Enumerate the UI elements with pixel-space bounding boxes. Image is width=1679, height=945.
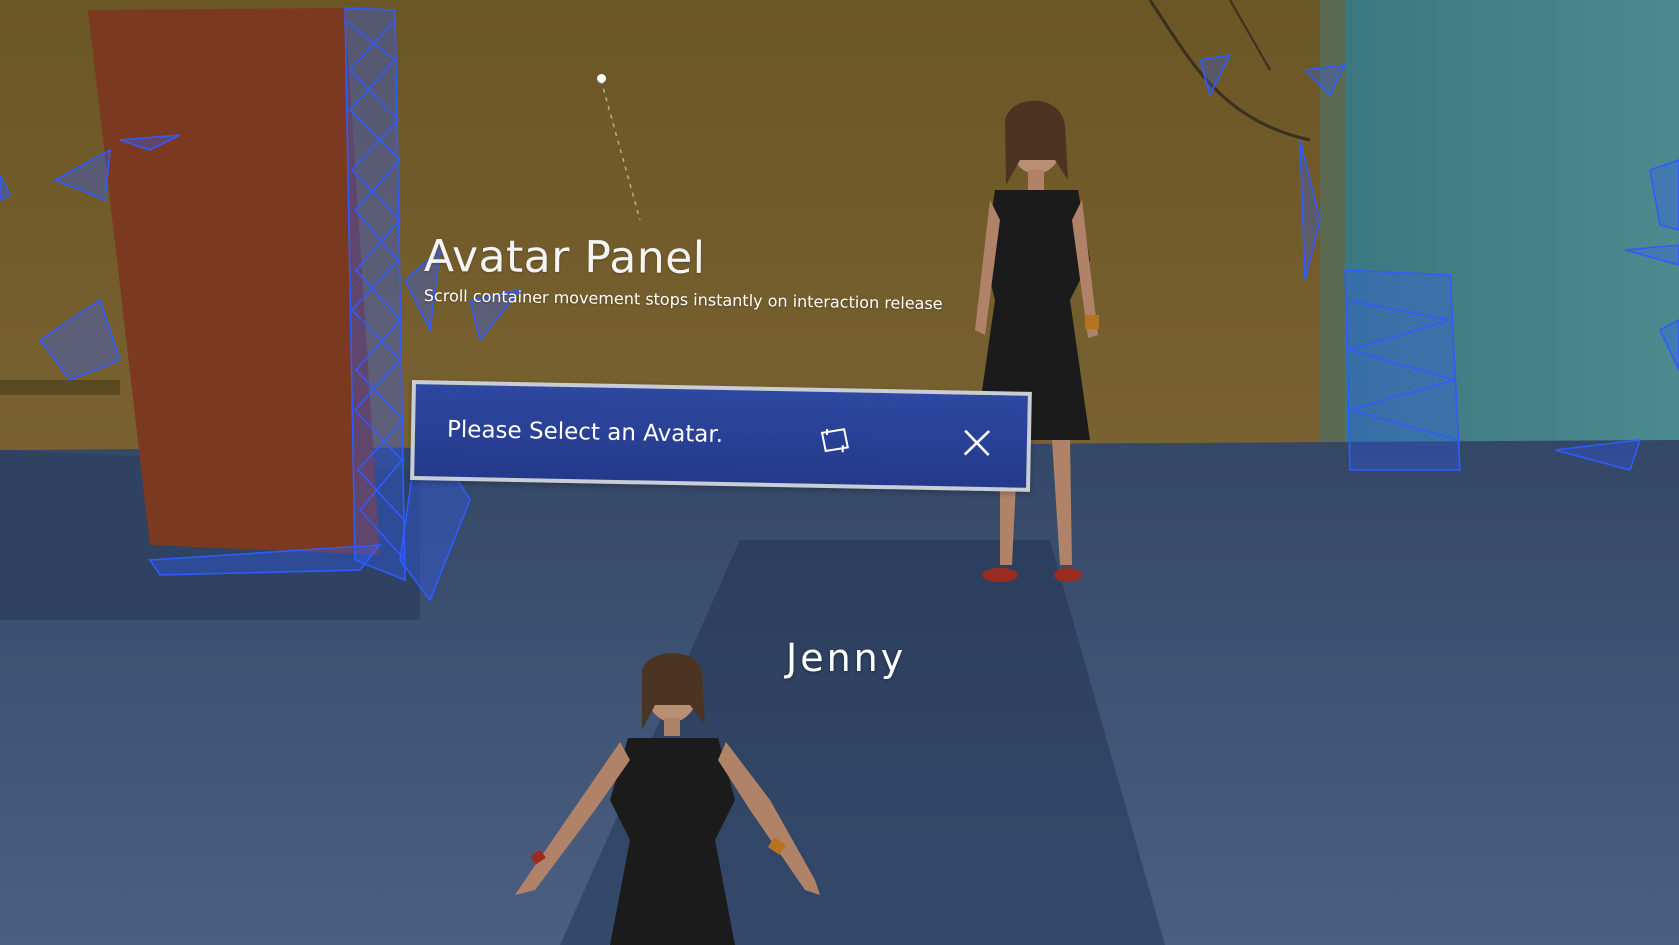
pin-icon: [820, 428, 849, 453]
pin-button[interactable]: [813, 418, 858, 463]
mixed-reality-scene: Avatar Panel Scroll container movement s…: [0, 0, 1679, 945]
gaze-cursor: [597, 74, 606, 83]
close-icon: [963, 429, 991, 456]
close-button[interactable]: [954, 420, 999, 465]
dialog-message: Please Select an Avatar.: [446, 416, 724, 448]
avatar-name-label[interactable]: Jenny: [786, 636, 906, 680]
panel-title: Avatar Panel: [423, 231, 706, 284]
avatar-select-dialog: Please Select an Avatar.: [410, 380, 1032, 492]
